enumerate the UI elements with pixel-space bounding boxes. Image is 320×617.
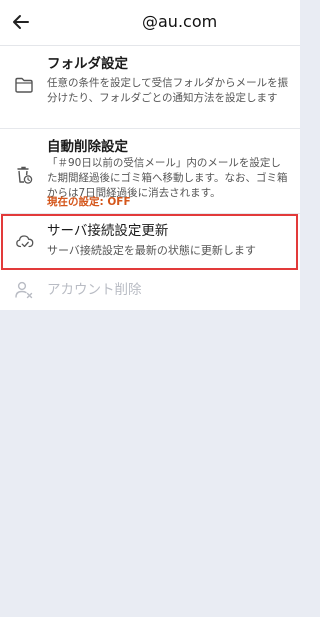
arrow-left-icon bbox=[13, 15, 29, 29]
user-remove-icon bbox=[14, 280, 34, 300]
menu-item-folder-settings[interactable]: フォルダ設定 任意の条件を設定して受信フォルダからメールを振分けたり、フォルダご… bbox=[0, 46, 300, 129]
menu-item-title: サーバ接続設定更新 bbox=[47, 223, 169, 239]
folder-icon bbox=[14, 75, 34, 95]
account-settings-screen: @au.com フォルダ設定 任意の条件を設定して受信フォルダからメールを振分け… bbox=[0, 0, 300, 617]
account-email-domain: @au.com bbox=[142, 12, 218, 31]
cloud-check-icon bbox=[15, 231, 35, 251]
menu-item-title: アカウント削除 bbox=[47, 282, 142, 298]
top-bar: @au.com bbox=[0, 0, 300, 46]
menu-item-title: フォルダ設定 bbox=[47, 56, 128, 72]
email-username-redacted bbox=[45, 13, 137, 33]
trash-clock-icon bbox=[14, 165, 34, 185]
menu-item-description: 任意の条件を設定して受信フォルダからメールを振分けたり、フォルダごとの通知方法を… bbox=[47, 77, 289, 104]
menu-item-delete-account[interactable]: アカウント削除 bbox=[0, 270, 300, 310]
settings-menu: フォルダ設定 任意の条件を設定して受信フォルダからメールを振分けたり、フォルダご… bbox=[0, 46, 300, 310]
menu-item-server-sync-update[interactable]: サーバ接続設定更新 サーバ接続設定を最新の状態に更新します bbox=[1, 214, 298, 270]
menu-item-description: サーバ接続設定を最新の状態に更新します bbox=[47, 244, 256, 257]
back-button[interactable] bbox=[8, 9, 34, 35]
current-setting-status: 現在の設定: OFF bbox=[47, 196, 131, 208]
menu-item-auto-delete-settings[interactable]: 自動削除設定 「＃90日以前の受信メール」内のメールを設定した期間経過後にゴミ箱… bbox=[0, 129, 300, 214]
menu-item-title: 自動削除設定 bbox=[47, 139, 128, 155]
